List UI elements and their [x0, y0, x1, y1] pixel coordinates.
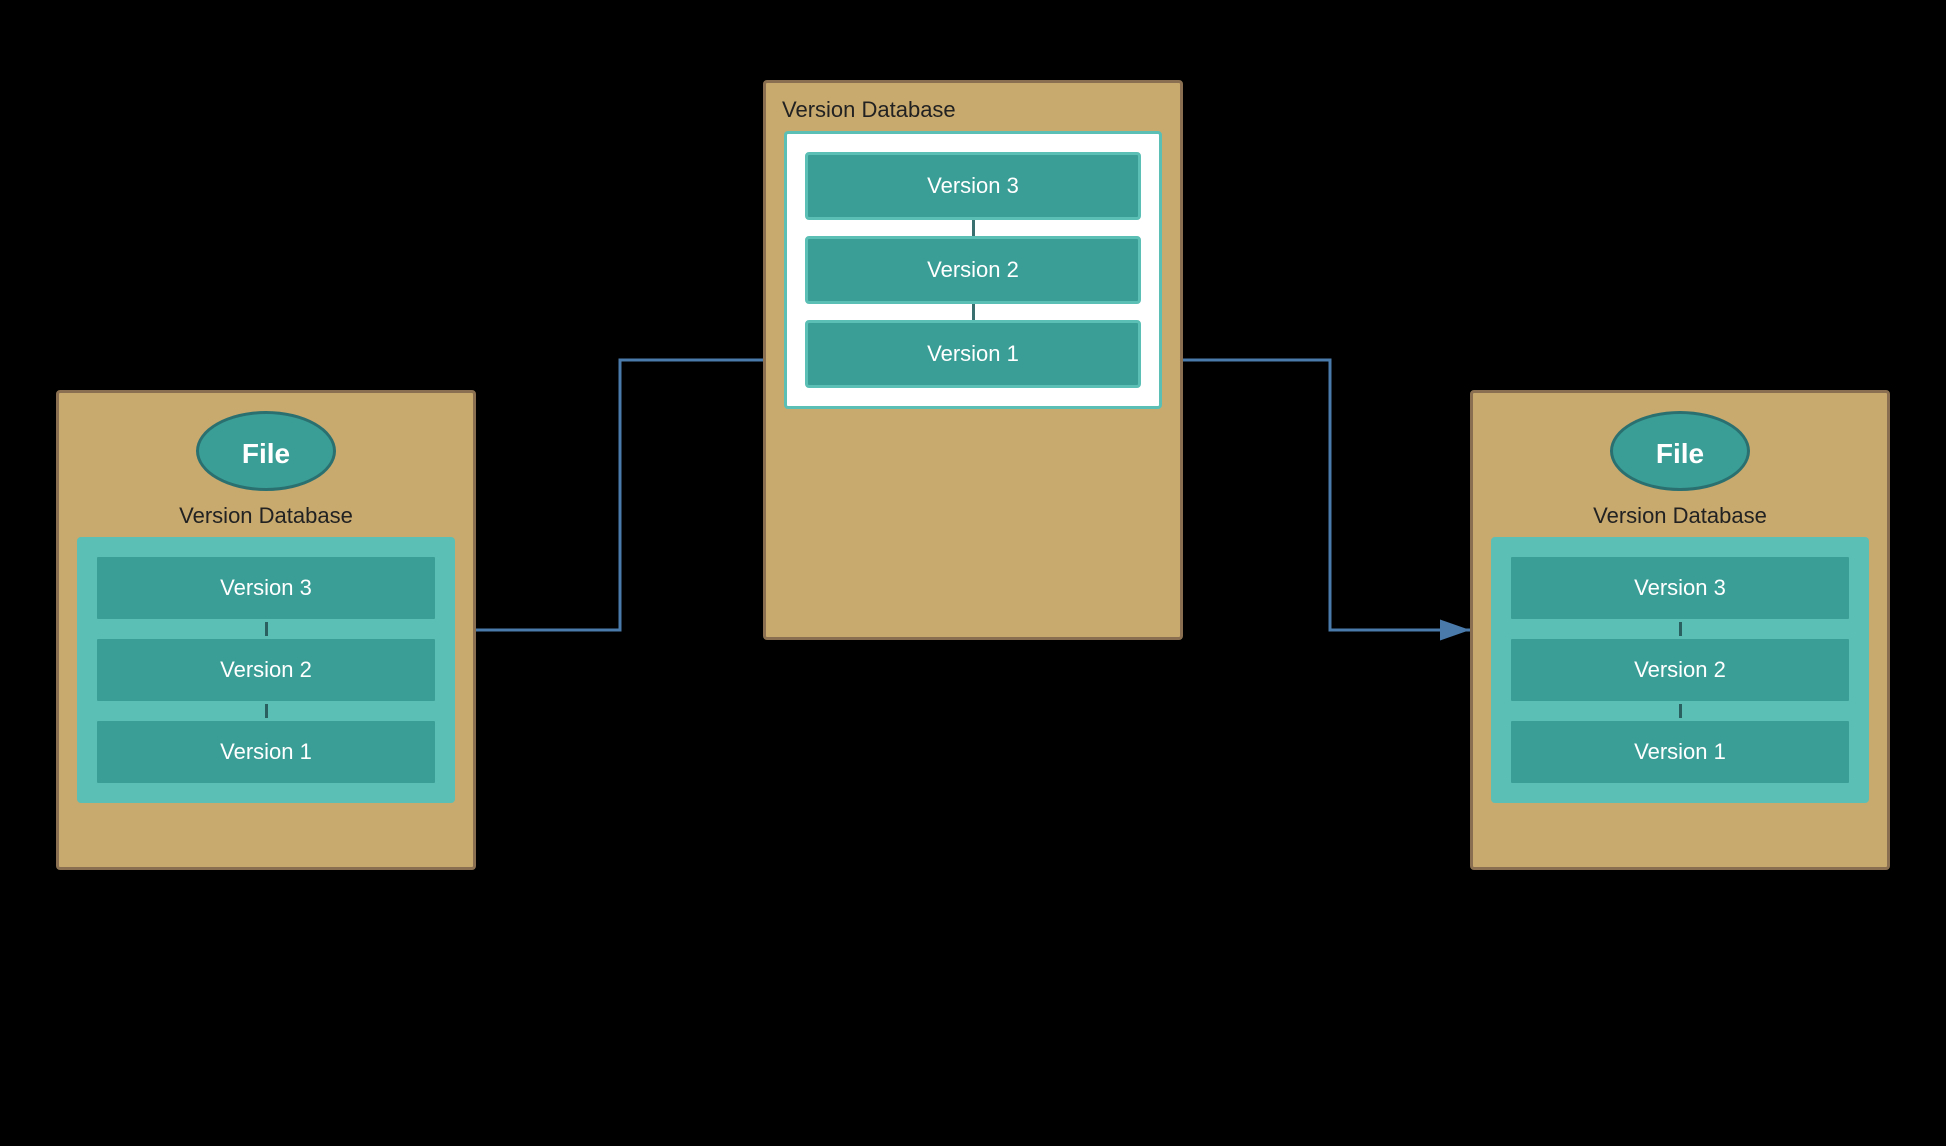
center-version-3: Version 3 — [805, 152, 1141, 220]
center-connector-3-2 — [972, 220, 975, 236]
arrow-center-to-left — [476, 360, 763, 630]
diagram-container: Version Database Version 3 Version 2 Ver… — [0, 0, 1946, 1146]
right-version-1: Version 1 — [1508, 718, 1852, 786]
right-db-box: File Version Database Version 3 Version … — [1470, 390, 1890, 870]
arrow-center-to-right — [1183, 360, 1470, 630]
right-version-3: Version 3 — [1508, 554, 1852, 622]
right-version-2: Version 2 — [1508, 636, 1852, 704]
center-db-box: Version Database Version 3 Version 2 Ver… — [763, 80, 1183, 640]
left-db-label: Version Database — [59, 499, 473, 537]
left-version-1: Version 1 — [94, 718, 438, 786]
left-version-2: Version 2 — [94, 636, 438, 704]
center-connector-2-1 — [972, 304, 975, 320]
right-inner-teal: Version 3 Version 2 Version 1 — [1491, 537, 1869, 803]
center-inner-white: Version 3 Version 2 Version 1 — [784, 131, 1162, 409]
center-db-label: Version Database — [766, 83, 1180, 131]
right-connector-2-1 — [1679, 704, 1682, 718]
left-file-oval: File — [196, 411, 336, 491]
center-version-2: Version 2 — [805, 236, 1141, 304]
left-version-3: Version 3 — [94, 554, 438, 622]
left-db-box: File Version Database Version 3 Version … — [56, 390, 476, 870]
right-db-label: Version Database — [1473, 499, 1887, 537]
right-connector-3-2 — [1679, 622, 1682, 636]
right-file-oval: File — [1610, 411, 1750, 491]
left-connector-2-1 — [265, 704, 268, 718]
center-version-1: Version 1 — [805, 320, 1141, 388]
left-inner-teal: Version 3 Version 2 Version 1 — [77, 537, 455, 803]
left-connector-3-2 — [265, 622, 268, 636]
